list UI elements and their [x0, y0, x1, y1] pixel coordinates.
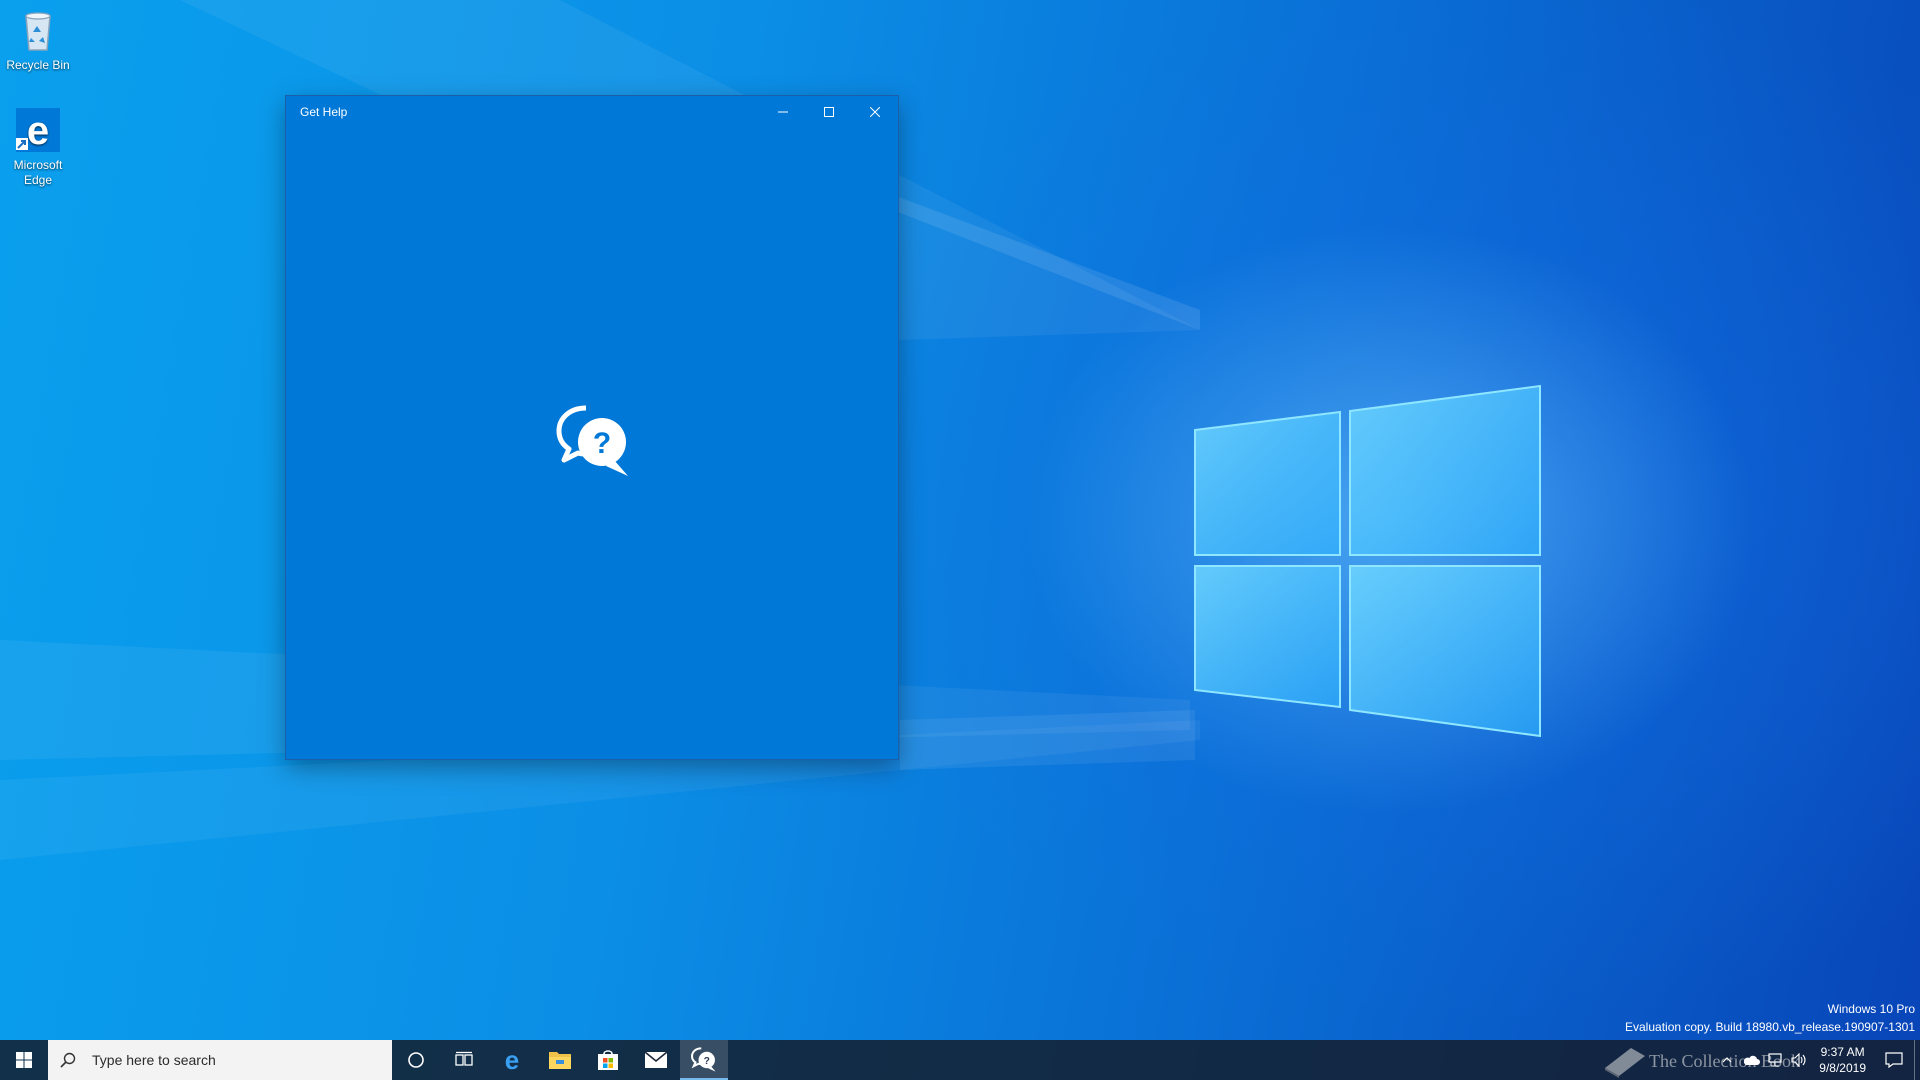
edge-icon: e — [14, 106, 62, 154]
windows-logo-graphic — [1194, 384, 1541, 738]
cortana-button[interactable] — [392, 1040, 440, 1080]
task-view-button[interactable] — [440, 1040, 488, 1080]
taskbar: e ? Th — [0, 1040, 1920, 1080]
chevron-up-icon — [1722, 1057, 1732, 1063]
desktop-icon-label: Recycle Bin — [6, 58, 70, 72]
minimize-button[interactable] — [760, 96, 806, 128]
svg-text:e: e — [27, 109, 49, 153]
search-icon — [60, 1052, 80, 1068]
close-icon — [870, 107, 880, 117]
maximize-icon — [824, 107, 834, 117]
file-explorer-icon — [549, 1052, 571, 1069]
evaluation-watermark: Windows 10 Pro Evaluation copy. Build 18… — [1625, 1000, 1915, 1036]
watermark-edition: Windows 10 Pro — [1827, 1002, 1915, 1016]
minimize-icon — [778, 111, 788, 113]
volume-button[interactable] — [1787, 1040, 1811, 1080]
recycle-bin-icon — [14, 6, 62, 54]
speaker-icon — [1791, 1053, 1806, 1067]
task-view-icon — [455, 1051, 473, 1066]
action-center-button[interactable] — [1874, 1040, 1914, 1080]
network-button[interactable] — [1763, 1040, 1787, 1080]
clock-date: 9/8/2019 — [1819, 1061, 1866, 1075]
taskbar-edge-button[interactable]: e — [488, 1040, 536, 1080]
help-chat-icon: ? — [556, 404, 632, 480]
search-input[interactable] — [90, 1051, 374, 1069]
clock-time: 9:37 AM — [1820, 1045, 1865, 1059]
windows-start-icon — [16, 1052, 32, 1068]
network-icon — [1768, 1053, 1782, 1067]
maximize-button[interactable] — [806, 96, 852, 128]
mail-icon — [644, 1051, 668, 1068]
svg-text:?: ? — [593, 427, 611, 460]
taskbar-get-help-button[interactable]: ? — [680, 1040, 728, 1080]
desktop-icon-microsoft-edge[interactable]: e Microsoft Edge — [0, 106, 76, 188]
desktop-icon-recycle-bin[interactable]: Recycle Bin — [0, 6, 76, 73]
system-tray: 9:37 AM 9/8/2019 — [1715, 1040, 1920, 1080]
start-button[interactable] — [0, 1040, 48, 1080]
svg-text:e: e — [505, 1048, 519, 1072]
taskbar-mail-button[interactable] — [632, 1040, 680, 1080]
svg-text:?: ? — [704, 1056, 710, 1067]
clock[interactable]: 9:37 AM 9/8/2019 — [1811, 1044, 1874, 1076]
book-logo-icon — [1605, 1048, 1646, 1078]
taskbar-search-box[interactable] — [48, 1040, 392, 1080]
cloud-icon — [1744, 1055, 1761, 1065]
get-help-icon: ? — [691, 1047, 716, 1072]
taskbar-file-explorer-button[interactable] — [536, 1040, 584, 1080]
notification-icon — [1885, 1052, 1903, 1068]
store-icon — [598, 1050, 618, 1070]
window-titlebar[interactable]: Get Help — [286, 96, 898, 128]
close-button[interactable] — [852, 96, 898, 128]
edge-icon: e — [505, 1048, 519, 1072]
cortana-icon — [408, 1052, 424, 1068]
desktop-icon-label: Microsoft Edge — [13, 158, 63, 187]
get-help-window[interactable]: Get Help ? — [286, 96, 898, 759]
taskbar-store-button[interactable] — [584, 1040, 632, 1080]
show-desktop-button[interactable] — [1914, 1040, 1920, 1080]
watermark-build: Evaluation copy. Build 18980.vb_release.… — [1625, 1020, 1915, 1034]
window-title: Get Help — [300, 105, 348, 119]
onedrive-button[interactable] — [1739, 1040, 1763, 1080]
show-hidden-icons-button[interactable] — [1715, 1040, 1739, 1080]
